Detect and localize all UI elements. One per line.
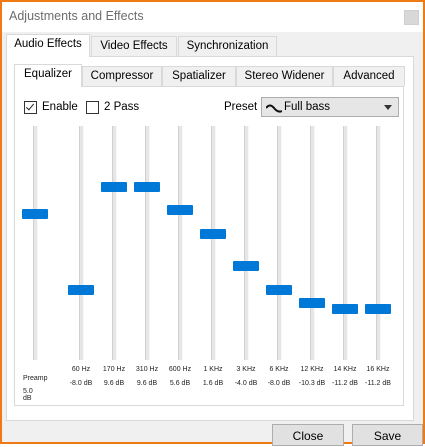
band-slider-handle[interactable] [332, 303, 358, 314]
subtab-label: Compressor [90, 70, 154, 82]
close-button[interactable]: Close [272, 424, 344, 446]
two-pass-label: 2 Pass [104, 101, 140, 113]
tab-label: Video Effects [100, 40, 168, 52]
preset-label: Preset [224, 101, 258, 113]
preamp-slider-handle[interactable] [22, 208, 48, 219]
tab-label: Synchronization [186, 40, 269, 52]
band-slider-handle[interactable] [101, 181, 127, 192]
band-slider-handle[interactable] [233, 261, 259, 272]
band-slider-track[interactable] [211, 126, 216, 360]
preset-dropdown[interactable]: Full bass [261, 97, 399, 117]
band-frequency-label: 16 KHz [366, 366, 390, 373]
band-gain-value: -11.2 dB [365, 380, 391, 387]
close-button-label: Close [292, 429, 324, 443]
two-pass-checkbox-row[interactable]: 2 Pass [86, 99, 139, 115]
subtab-advanced[interactable]: Advanced [333, 66, 405, 86]
enable-checkbox-row[interactable]: Enable [24, 99, 78, 115]
window-title: Adjustments and Effects [9, 9, 144, 23]
save-button-label: Save [373, 429, 402, 443]
two-pass-checkbox[interactable] [86, 100, 99, 114]
subtab-stereo-widener[interactable]: Stereo Widener [236, 66, 333, 86]
enable-label: Enable [42, 101, 78, 113]
subtab-spatializer[interactable]: Spatializer [162, 66, 236, 86]
band-slider-handle[interactable] [266, 284, 292, 295]
adjustments-window: Adjustments and Effects Audio Effects Vi… [0, 0, 425, 446]
tab-synchronization[interactable]: Synchronization [178, 36, 277, 56]
band-slider-track[interactable] [244, 126, 249, 360]
band-slider-track[interactable] [178, 126, 183, 360]
subtab-label: Spatializer [172, 70, 226, 82]
subtab-compressor[interactable]: Compressor [82, 66, 162, 86]
band-slider-handle[interactable] [299, 298, 325, 309]
waveform-icon [266, 104, 282, 113]
preamp-label: Preamp [23, 375, 48, 382]
band-slider-handle[interactable] [134, 181, 160, 192]
subtab-equalizer[interactable]: Equalizer [14, 64, 82, 87]
band-slider-track[interactable] [112, 126, 117, 360]
preamp-slider-track[interactable] [33, 126, 38, 360]
preset-value: Full bass [284, 101, 331, 113]
save-button[interactable]: Save [352, 424, 423, 446]
window-close-icon[interactable] [404, 10, 419, 25]
band-slider-track[interactable] [277, 126, 282, 360]
chevron-down-icon [384, 105, 392, 110]
band-slider-handle[interactable] [68, 284, 94, 295]
tab-video-effects[interactable]: Video Effects [91, 36, 177, 56]
band-slider-track[interactable] [310, 126, 315, 360]
subtab-label: Equalizer [24, 68, 72, 80]
tab-label: Audio Effects [14, 38, 82, 50]
band-slider-handle[interactable] [200, 228, 226, 239]
band-slider-handle[interactable] [167, 205, 193, 216]
subtab-label: Advanced [343, 70, 395, 82]
band-slider-track[interactable] [343, 126, 348, 360]
band-slider-handle[interactable] [365, 303, 391, 314]
title-bar: Adjustments and Effects [2, 2, 423, 32]
preamp-value: 5.0 dB [23, 388, 33, 402]
subtab-label: Stereo Widener [244, 70, 325, 82]
tab-audio-effects[interactable]: Audio Effects [6, 34, 90, 57]
band-slider-track[interactable] [145, 126, 150, 360]
band-slider-track[interactable] [376, 126, 381, 360]
enable-checkbox[interactable] [24, 100, 37, 114]
band-slider-track[interactable] [79, 126, 84, 360]
